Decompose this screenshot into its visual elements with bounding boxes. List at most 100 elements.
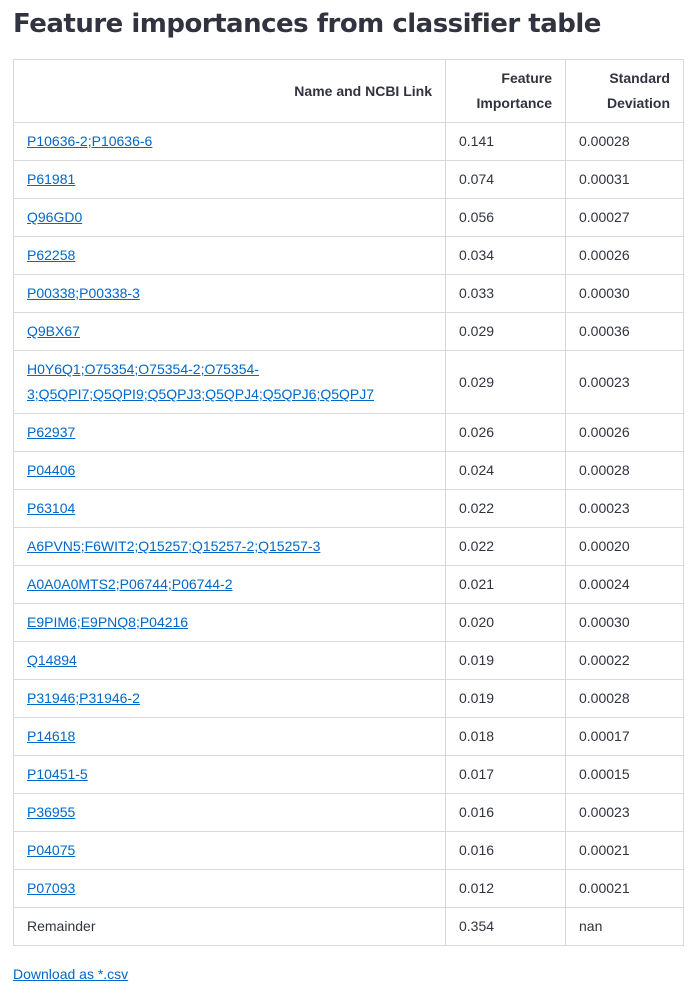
table-row: P10636-2;P10636-6 0.141 0.00028 (13, 122, 684, 161)
protein-ncbi-link[interactable]: A6PVN5;F6WIT2;Q15257;Q15257-2;Q15257-3 (27, 538, 320, 554)
cell-std: 0.00022 (565, 641, 684, 680)
protein-ncbi-link[interactable]: P61981 (27, 171, 75, 187)
protein-ncbi-link[interactable]: P31946;P31946-2 (27, 690, 140, 706)
cell-name: P04075 (13, 831, 446, 870)
header-importance: Feature Importance (445, 59, 566, 123)
cell-std: 0.00024 (565, 565, 684, 604)
cell-name: A6PVN5;F6WIT2;Q15257;Q15257-2;Q15257-3 (13, 527, 446, 566)
protein-ncbi-link[interactable]: P04406 (27, 462, 75, 478)
cell-importance: 0.021 (445, 565, 566, 604)
cell-std: 0.00015 (565, 755, 684, 794)
table-row: P62258 0.034 0.00026 (13, 236, 684, 275)
cell-std: nan (565, 907, 684, 946)
cell-name: P62937 (13, 413, 446, 452)
cell-importance: 0.029 (445, 312, 566, 351)
cell-std: 0.00026 (565, 236, 684, 275)
cell-importance: 0.012 (445, 869, 566, 908)
protein-ncbi-link[interactable]: Q96GD0 (27, 209, 82, 225)
protein-ncbi-link[interactable]: P14618 (27, 728, 75, 744)
cell-name: P00338;P00338-3 (13, 274, 446, 313)
cell-std: 0.00020 (565, 527, 684, 566)
table-row: P31946;P31946-2 0.019 0.00028 (13, 679, 684, 718)
header-std-line1: Standard (609, 70, 670, 86)
header-std: Standard Deviation (565, 59, 684, 123)
cell-importance: 0.074 (445, 160, 566, 199)
cell-std: 0.00023 (565, 489, 684, 528)
download-csv-link[interactable]: Download as *.csv (13, 962, 128, 986)
cell-importance: 0.354 (445, 907, 566, 946)
table-row: H0Y6Q1;O75354;O75354-2;O75354-3;Q5QPI7;Q… (13, 350, 684, 414)
table-row: P07093 0.012 0.00021 (13, 869, 684, 908)
cell-name: P31946;P31946-2 (13, 679, 446, 718)
table-row: P10451-5 0.017 0.00015 (13, 755, 684, 794)
cell-name: E9PIM6;E9PNQ8;P04216 (13, 603, 446, 642)
cell-name: Q96GD0 (13, 198, 446, 237)
protein-ncbi-link[interactable]: Q9BX67 (27, 323, 80, 339)
header-std-line2: Deviation (606, 95, 670, 111)
protein-ncbi-link[interactable]: H0Y6Q1;O75354;O75354-2;O75354-3;Q5QPI7;Q… (27, 361, 374, 402)
cell-std: 0.00023 (565, 350, 684, 414)
cell-name: P07093 (13, 869, 446, 908)
protein-ncbi-link[interactable]: P07093 (27, 880, 75, 896)
cell-name: P61981 (13, 160, 446, 199)
table-row: E9PIM6;E9PNQ8;P04216 0.020 0.00030 (13, 603, 684, 642)
table-row: A0A0A0MTS2;P06744;P06744-2 0.021 0.00024 (13, 565, 684, 604)
cell-importance: 0.022 (445, 527, 566, 566)
cell-std: 0.00026 (565, 413, 684, 452)
cell-std: 0.00028 (565, 451, 684, 490)
protein-ncbi-link[interactable]: P62937 (27, 424, 75, 440)
cell-std: 0.00028 (565, 679, 684, 718)
cell-importance: 0.019 (445, 641, 566, 680)
protein-ncbi-link[interactable]: P10451-5 (27, 766, 88, 782)
table-row: Remainder 0.354 nan (13, 907, 684, 946)
cell-std: 0.00028 (565, 122, 684, 161)
table-row: P04406 0.024 0.00028 (13, 451, 684, 490)
cell-name: Q9BX67 (13, 312, 446, 351)
table-header-row: Name and NCBI Link Feature Importance St… (13, 59, 684, 123)
cell-importance: 0.016 (445, 793, 566, 832)
protein-ncbi-link[interactable]: P62258 (27, 247, 75, 263)
feature-importance-table: Name and NCBI Link Feature Importance St… (13, 59, 684, 946)
cell-importance: 0.020 (445, 603, 566, 642)
header-importance-line2: Importance (476, 95, 552, 111)
table-row: A6PVN5;F6WIT2;Q15257;Q15257-2;Q15257-3 0.… (13, 527, 684, 566)
cell-name: A0A0A0MTS2;P06744;P06744-2 (13, 565, 446, 604)
cell-importance: 0.016 (445, 831, 566, 870)
table-row: P62937 0.026 0.00026 (13, 413, 684, 452)
header-name: Name and NCBI Link (13, 59, 446, 123)
header-importance-line1: Feature (501, 70, 552, 86)
page-title: Feature importances from classifier tabl… (13, 9, 601, 39)
cell-name: P14618 (13, 717, 446, 756)
cell-std: 0.00021 (565, 869, 684, 908)
cell-importance: 0.022 (445, 489, 566, 528)
table-row: P14618 0.018 0.00017 (13, 717, 684, 756)
header-name-label: Name and NCBI Link (294, 82, 432, 99)
cell-name: P10451-5 (13, 755, 446, 794)
cell-importance: 0.026 (445, 413, 566, 452)
table-row: P04075 0.016 0.00021 (13, 831, 684, 870)
protein-ncbi-link[interactable]: P36955 (27, 804, 75, 820)
cell-name: Q14894 (13, 641, 446, 680)
page: Feature importances from classifier tabl… (0, 0, 693, 993)
protein-ncbi-link[interactable]: E9PIM6;E9PNQ8;P04216 (27, 614, 188, 630)
protein-ncbi-link[interactable]: P04075 (27, 842, 75, 858)
cell-name: P10636-2;P10636-6 (13, 122, 446, 161)
cell-name: H0Y6Q1;O75354;O75354-2;O75354-3;Q5QPI7;Q… (13, 350, 446, 414)
table-row: P63104 0.022 0.00023 (13, 489, 684, 528)
cell-importance: 0.017 (445, 755, 566, 794)
cell-std: 0.00030 (565, 603, 684, 642)
table-row: Q14894 0.019 0.00022 (13, 641, 684, 680)
remainder-label: Remainder (27, 918, 96, 934)
table-row: Q96GD0 0.056 0.00027 (13, 198, 684, 237)
protein-ncbi-link[interactable]: A0A0A0MTS2;P06744;P06744-2 (27, 576, 232, 592)
cell-name: Remainder (13, 907, 446, 946)
cell-std: 0.00021 (565, 831, 684, 870)
protein-ncbi-link[interactable]: P10636-2;P10636-6 (27, 133, 152, 149)
cell-importance: 0.141 (445, 122, 566, 161)
table-row: P61981 0.074 0.00031 (13, 160, 684, 199)
cell-std: 0.00031 (565, 160, 684, 199)
protein-ncbi-link[interactable]: Q14894 (27, 652, 77, 668)
protein-ncbi-link[interactable]: P00338;P00338-3 (27, 285, 140, 301)
cell-std: 0.00027 (565, 198, 684, 237)
protein-ncbi-link[interactable]: P63104 (27, 500, 75, 516)
